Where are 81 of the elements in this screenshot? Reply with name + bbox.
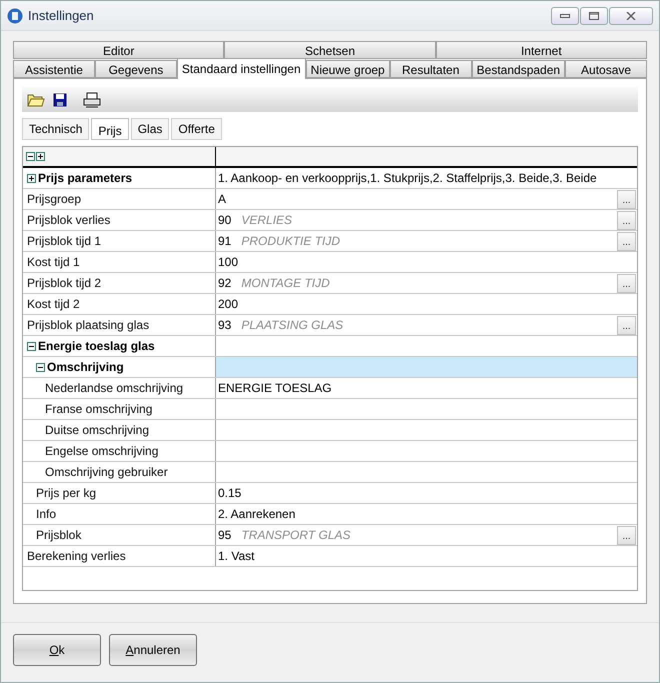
maximize-icon <box>589 12 599 20</box>
value-text: ENERGIE TOESLAG <box>218 380 332 397</box>
property-label: Prijsblok verlies <box>27 212 110 229</box>
property-value[interactable]: 92 MONTAGE TIJD ... <box>216 273 637 293</box>
property-label: Duitse omschrijving <box>45 422 150 439</box>
window-title: Instellingen <box>28 6 94 25</box>
property-label: Prijs per kg <box>36 485 96 502</box>
property-label: Prijsblok plaatsing glas <box>27 317 150 334</box>
property-label: Prijs parameters <box>38 170 132 187</box>
hint-text: MONTAGE TIJD <box>241 275 330 292</box>
tab[interactable]: Nieuwe groep <box>306 60 390 78</box>
value-text: A <box>218 191 226 208</box>
value-text: 0.15 <box>218 485 242 502</box>
property-label: Omschrijving <box>47 359 124 376</box>
property-label: Prijsblok tijd 1 <box>27 233 102 250</box>
value-text: 100 <box>218 254 238 271</box>
property-value[interactable]: A ... <box>216 189 637 209</box>
app-icon <box>7 8 23 24</box>
property-label: Omschrijving gebruiker <box>45 464 168 481</box>
tab[interactable]: Gegevens <box>94 60 177 78</box>
printer-icon[interactable] <box>83 92 101 108</box>
value-text: 90 <box>218 212 232 229</box>
minimize-button[interactable] <box>551 6 579 24</box>
hint-text: PLAATSING GLAS <box>241 317 344 334</box>
tab[interactable]: Standaard instellingen <box>176 58 306 79</box>
property-label: Berekening verlies <box>27 548 126 565</box>
value-text: 1. Vast <box>218 548 254 565</box>
hint-text: TRANSPORT GLAS <box>241 527 350 544</box>
hint-text: VERLIES <box>241 212 292 229</box>
hint-text: PRODUKTIE TIJD <box>241 233 340 250</box>
property-label: Nederlandse omschrijving <box>45 380 184 397</box>
value-text: 95 <box>218 527 232 544</box>
tab[interactable]: Autosave <box>565 60 648 78</box>
collapse-icon[interactable] <box>36 362 45 372</box>
value-text: 2. Aanrekenen <box>218 506 296 523</box>
property-value[interactable]: 91 PRODUKTIE TIJD ... <box>216 231 637 251</box>
dialog-button[interactable]: Ok <box>13 634 101 666</box>
tab[interactable]: Bestandspaden <box>472 60 566 78</box>
ellipsis-button[interactable]: ... <box>617 526 636 545</box>
value-text: 91 <box>218 233 232 250</box>
value-text: 93 <box>218 317 232 334</box>
dialog-button[interactable]: Annuleren <box>109 634 197 666</box>
property-label: Kost tijd 2 <box>27 296 80 313</box>
property-value[interactable]: 90 VERLIES ... <box>216 210 637 230</box>
folder-icon[interactable] <box>27 92 45 106</box>
close-button[interactable] <box>609 6 653 24</box>
ellipsis-button[interactable]: ... <box>617 190 636 209</box>
tab[interactable]: Internet <box>436 41 647 59</box>
sub-tab[interactable]: Technisch <box>22 118 90 140</box>
ellipsis-button[interactable]: ... <box>617 316 636 335</box>
tab[interactable]: Editor <box>13 41 224 59</box>
collapse-icon[interactable] <box>27 342 36 350</box>
sub-tab[interactable]: Offerte <box>171 118 222 140</box>
property-value[interactable]: 95 TRANSPORT GLAS ... <box>216 525 637 545</box>
property-label: Prijsgroep <box>27 191 82 208</box>
tab[interactable]: Resultaten <box>390 60 472 78</box>
ellipsis-button[interactable]: ... <box>617 211 636 230</box>
expand-all-icon[interactable] <box>36 152 45 161</box>
save-icon[interactable] <box>53 92 67 106</box>
property-value[interactable]: 93 PLAATSING GLAS ... <box>216 315 637 335</box>
sub-tab[interactable]: Prijs <box>91 118 129 140</box>
close-icon <box>626 12 636 20</box>
value-text: 1. Aankoop- en verkoopprijs,1. Stukprijs,2. Staffelprijs,3. Beide,3. Beide <box>218 170 597 187</box>
property-label: Prijsblok tijd 2 <box>27 275 102 292</box>
property-label: Energie toeslag glas <box>38 338 155 355</box>
property-label: Prijsblok <box>36 527 82 544</box>
minimize-icon <box>560 14 570 18</box>
ellipsis-button[interactable]: ... <box>617 274 636 293</box>
collapse-all-icon[interactable] <box>26 152 35 161</box>
value-text: 92 <box>218 275 232 292</box>
tab[interactable]: Schetsen <box>224 41 436 59</box>
property-label: Kost tijd 1 <box>27 254 80 271</box>
property-label: Franse omschrijving <box>45 401 152 418</box>
expand-icon[interactable] <box>27 174 36 182</box>
ellipsis-button[interactable]: ... <box>617 232 636 251</box>
value-text: 200 <box>218 296 238 313</box>
property-label: Engelse omschrijving <box>45 443 158 460</box>
property-label: Info <box>36 506 56 523</box>
maximize-button[interactable] <box>580 6 608 24</box>
sub-tab[interactable]: Glas <box>130 118 170 140</box>
tab[interactable]: Assistentie <box>13 60 95 78</box>
